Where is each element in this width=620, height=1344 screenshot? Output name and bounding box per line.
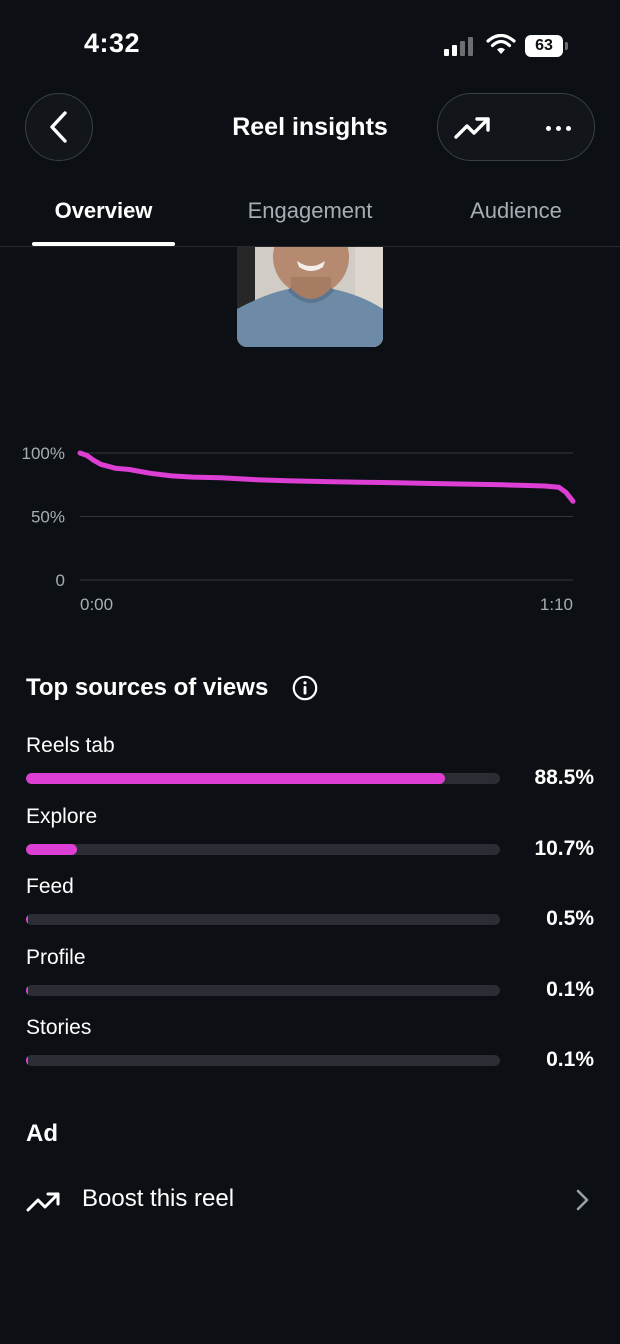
source-percent: 88.5% bbox=[534, 766, 594, 789]
wifi-icon bbox=[486, 34, 516, 54]
y-tick-label: 50% bbox=[31, 508, 65, 527]
header-actions bbox=[437, 93, 595, 161]
trending-up-icon[interactable] bbox=[453, 110, 493, 146]
chevron-right-icon bbox=[576, 1189, 589, 1211]
tab-overview[interactable]: Overview bbox=[32, 198, 175, 224]
reel-thumbnail[interactable] bbox=[237, 247, 383, 347]
info-icon[interactable] bbox=[292, 675, 318, 701]
boost-reel-row[interactable]: Boost this reel bbox=[0, 1170, 620, 1230]
status-time: 4:32 bbox=[84, 28, 141, 58]
source-percent: 10.7% bbox=[534, 836, 594, 860]
y-tick-label: 100% bbox=[22, 444, 65, 463]
battery-icon: 63 bbox=[525, 35, 569, 57]
source-label: Stories bbox=[26, 1016, 92, 1039]
x-tick-label: 1:10 bbox=[540, 595, 573, 614]
boost-reel-label: Boost this reel bbox=[82, 1185, 235, 1212]
source-bar-fill bbox=[26, 914, 29, 925]
cellular-signal-icon bbox=[444, 37, 473, 56]
source-bar-fill bbox=[26, 984, 28, 996]
source-bar-fill bbox=[26, 773, 446, 784]
x-tick-label: 0:00 bbox=[80, 595, 113, 614]
retention-chart: 100% 50% 0 0:00 1:10 bbox=[22, 444, 576, 614]
source-bar-fill bbox=[26, 1055, 28, 1066]
source-bar-track bbox=[26, 914, 500, 925]
source-percent: 0.1% bbox=[546, 1048, 594, 1071]
source-bar-track bbox=[26, 843, 500, 855]
source-label: Profile bbox=[26, 945, 86, 969]
reel-thumbnail-image bbox=[237, 247, 383, 347]
tab-engagement[interactable]: Engagement bbox=[225, 198, 395, 224]
source-bar-track bbox=[26, 1055, 500, 1066]
source-label: Feed bbox=[26, 875, 74, 898]
source-percent: 0.1% bbox=[546, 977, 594, 1001]
source-percent: 0.5% bbox=[546, 907, 594, 930]
trending-up-icon bbox=[26, 1192, 60, 1212]
source-label: Explore bbox=[26, 804, 98, 828]
battery-level: 63 bbox=[525, 35, 563, 57]
y-tick-label: 0 bbox=[56, 571, 65, 590]
source-bar-fill bbox=[26, 843, 77, 855]
source-label: Reels tab bbox=[26, 734, 115, 757]
sources-title: Top sources of views bbox=[26, 674, 269, 701]
source-bar-track bbox=[26, 773, 500, 784]
tab-audience[interactable]: Audience bbox=[450, 198, 582, 224]
more-options-icon[interactable] bbox=[538, 110, 578, 146]
source-bar-track bbox=[26, 984, 500, 996]
retention-series-line bbox=[77, 450, 576, 504]
ad-heading: Ad bbox=[26, 1120, 58, 1147]
